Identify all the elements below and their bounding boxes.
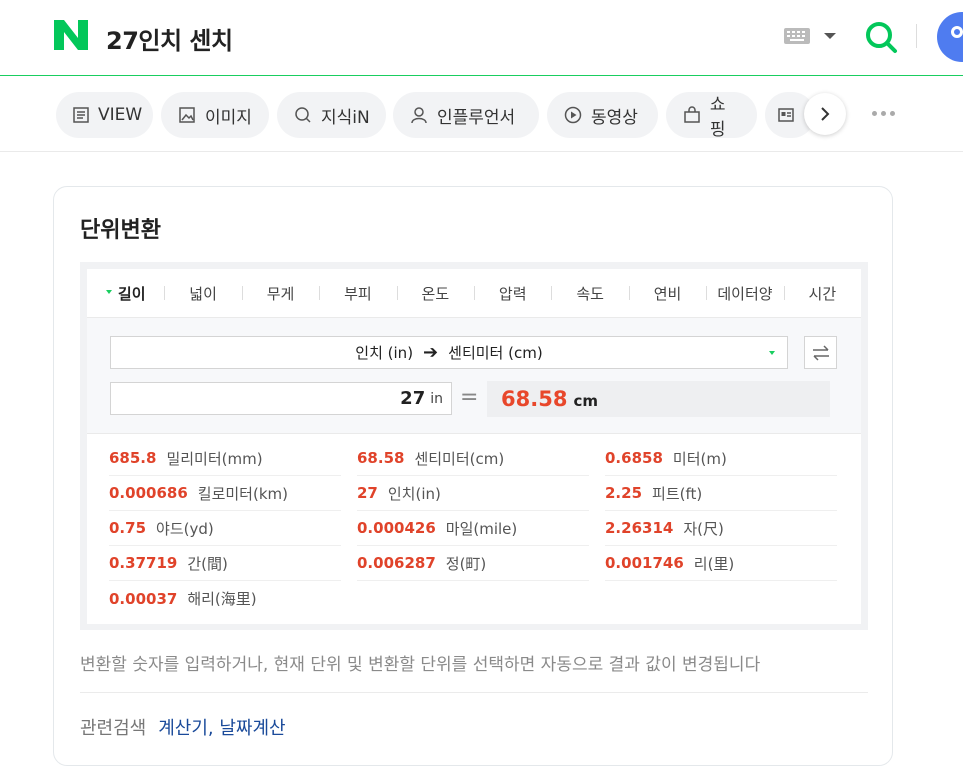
tab-label: VIEW [98,105,143,125]
category-speed[interactable]: 속도 [551,283,628,304]
person-icon [409,105,429,125]
chevron-down-icon [769,351,775,355]
category-length[interactable]: 길이 [87,283,164,304]
conversion-item: 0.001746 리(里) [605,546,837,581]
search-query[interactable]: 27인치 센치 [106,21,233,56]
tab-shopping[interactable]: 쇼핑 [666,92,757,140]
bag-icon [682,105,702,125]
category-fuel[interactable]: 연비 [628,283,706,304]
category-temperature[interactable]: 온도 [396,283,474,304]
tab-view[interactable]: VIEW [56,92,153,138]
category-weight[interactable]: 무게 [241,283,319,304]
equals-sign: = [460,385,479,410]
conversion-item: 0.6858 미터(m) [605,441,837,476]
category-time[interactable]: 시간 [783,283,861,304]
search-icon [293,105,313,125]
category-data[interactable]: 데이터양 [706,283,783,304]
unit-converter-card: 단위변환 길이 넓이 무게 부피 온도 압력 속도 연비 데이터양 시간 인치 … [53,186,893,766]
conversion-item: 0.006287 정(町) [357,546,589,581]
conversion-item: 2.25 피트(ft) [605,476,837,511]
search-header: 27인치 센치 [0,0,963,76]
swap-icon [812,344,829,361]
category-pressure[interactable]: 압력 [474,283,551,304]
tab-label: 동영상 [591,107,638,128]
conversion-item: 0.000426 마일(mile) [357,511,589,546]
converter-inner: 길이 넓이 무게 부피 온도 압력 속도 연비 데이터양 시간 인치 (in) … [87,269,861,624]
value-input[interactable]: 27 in [110,382,452,415]
related-links[interactable]: 계산기, 날짜계산 [158,714,285,740]
converter-panel: 길이 넓이 무게 부피 온도 압력 속도 연비 데이터양 시간 인치 (in) … [80,262,868,630]
conversion-item: 68.58 센티미터(cm) [357,441,589,476]
conversion-item: 2.26314 자(尺) [605,511,837,546]
converter-controls: 인치 (in) ➔ 센티미터 (cm) 27 in = 68.58 cm [87,317,861,434]
tab-label: 쇼핑 [709,95,726,140]
lens-icon [951,26,963,38]
avatar[interactable] [937,12,963,62]
card-title: 단위변환 [80,218,161,243]
category-label: 길이 [117,284,146,303]
tab-video[interactable]: 동영상 [547,92,658,138]
search-tabs: VIEW 이미지 지식iN 인플루언서 동영상 쇼핑 [0,77,963,152]
category-tabs: 길이 넓이 무게 부피 온도 압력 속도 연비 데이터양 시간 [87,269,861,317]
chevron-down-icon[interactable] [824,33,836,39]
tab-image[interactable]: 이미지 [161,92,269,138]
tab-kin[interactable]: 지식iN [277,92,386,138]
conversion-item: 0.37719 간(間) [109,546,341,581]
help-text: 변환할 숫자를 입력하거나, 현재 단위 및 변환할 단위를 선택하면 자동으로… [80,655,761,675]
input-value: 27 [400,388,426,409]
image-icon [177,105,197,125]
result-unit: cm [573,392,598,410]
divider [80,692,868,693]
conversion-item: 27 인치(in) [357,476,589,511]
more-options-icon[interactable] [872,111,895,116]
input-unit: in [430,390,443,407]
unit-pair-select[interactable]: 인치 (in) ➔ 센티미터 (cm) [110,336,788,369]
keyboard-icon[interactable] [784,28,810,44]
chevron-right-icon [821,107,830,121]
tabs-next-button[interactable] [804,93,846,135]
tab-label: 인플루언서 [437,107,516,128]
view-icon [72,105,90,125]
category-volume[interactable]: 부피 [319,283,396,304]
result-value: 68.58 [501,387,568,411]
conversion-item: 0.000686 킬로미터(km) [109,476,341,511]
swap-units-button[interactable] [804,336,837,369]
naver-logo[interactable] [54,20,88,50]
tab-label: 지식iN [321,107,370,128]
conversion-item: 685.8 밀리미터(mm) [109,441,341,476]
related-label: 관련검색 [80,718,147,739]
news-icon [777,105,795,125]
related-searches: 관련검색 계산기, 날짜계산 [80,714,286,740]
tab-label: 이미지 [205,107,252,128]
from-unit: 인치 (in) [355,344,414,362]
result-output: 68.58 cm [487,381,830,417]
search-icon[interactable] [864,20,898,54]
conversion-item: 0.00037 해리(海里) [109,589,257,609]
active-indicator-icon [105,290,112,294]
to-unit: 센티미터 (cm) [448,344,543,362]
arrow-right-icon: ➔ [423,342,439,363]
header-divider [916,24,917,48]
category-area[interactable]: 넓이 [164,283,241,304]
tab-influencer[interactable]: 인플루언서 [393,92,539,138]
play-icon [563,105,583,125]
conversion-item: 0.75 야드(yd) [109,511,341,546]
